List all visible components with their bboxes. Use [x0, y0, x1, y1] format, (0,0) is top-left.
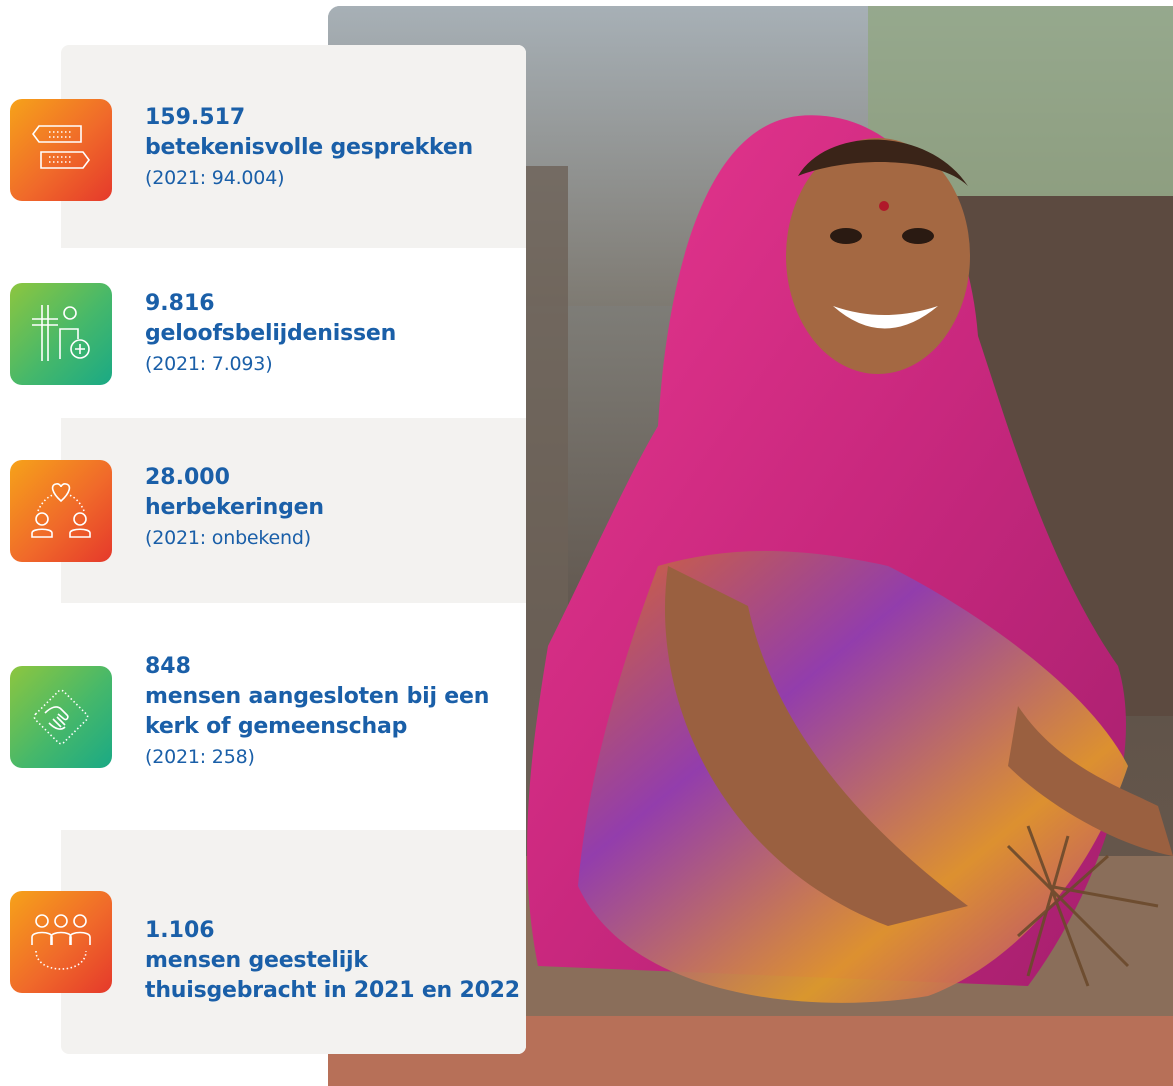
stat-joined-church: 848 mensen aangesloten bij een kerk of ge… [145, 652, 525, 772]
stat-number: 848 [145, 654, 191, 679]
stat-label: betekenisvolle gesprekken [145, 135, 474, 160]
stat-label: mensen aangesloten bij een kerk of gemeen… [145, 684, 490, 739]
stat-label: mensen geestelijk thuisgebracht in 2021 e… [145, 948, 520, 1003]
speech-bubbles-icon [10, 99, 112, 201]
stat-previous: (2021: 7.093) [145, 353, 273, 375]
stat-previous: (2021: 94.004) [145, 167, 285, 189]
cross-person-icon [10, 283, 112, 385]
stat-previous: (2021: onbekend) [145, 527, 311, 549]
stat-conversations: 159.517 betekenisvolle gesprekken (2021:… [145, 103, 525, 193]
group-icon [10, 891, 112, 993]
stat-number: 1.106 [145, 918, 215, 943]
stat-confessions: 9.816 geloofsbelijdenissen (2021: 7.093) [145, 289, 525, 379]
stat-label: herbekeringen [145, 495, 324, 520]
stat-previous: (2021: 258) [145, 746, 255, 768]
joined-hands-icon [10, 666, 112, 768]
heart-people-icon [10, 460, 112, 562]
stat-number: 9.816 [145, 291, 215, 316]
stat-reconversions: 28.000 herbekeringen (2021: onbekend) [145, 463, 525, 553]
stat-number: 159.517 [145, 105, 246, 130]
stat-label: geloofsbelijdenissen [145, 321, 397, 346]
stat-number: 28.000 [145, 465, 230, 490]
stat-spiritual-home: 1.106 mensen geestelijk thuisgebracht in … [145, 916, 525, 1006]
